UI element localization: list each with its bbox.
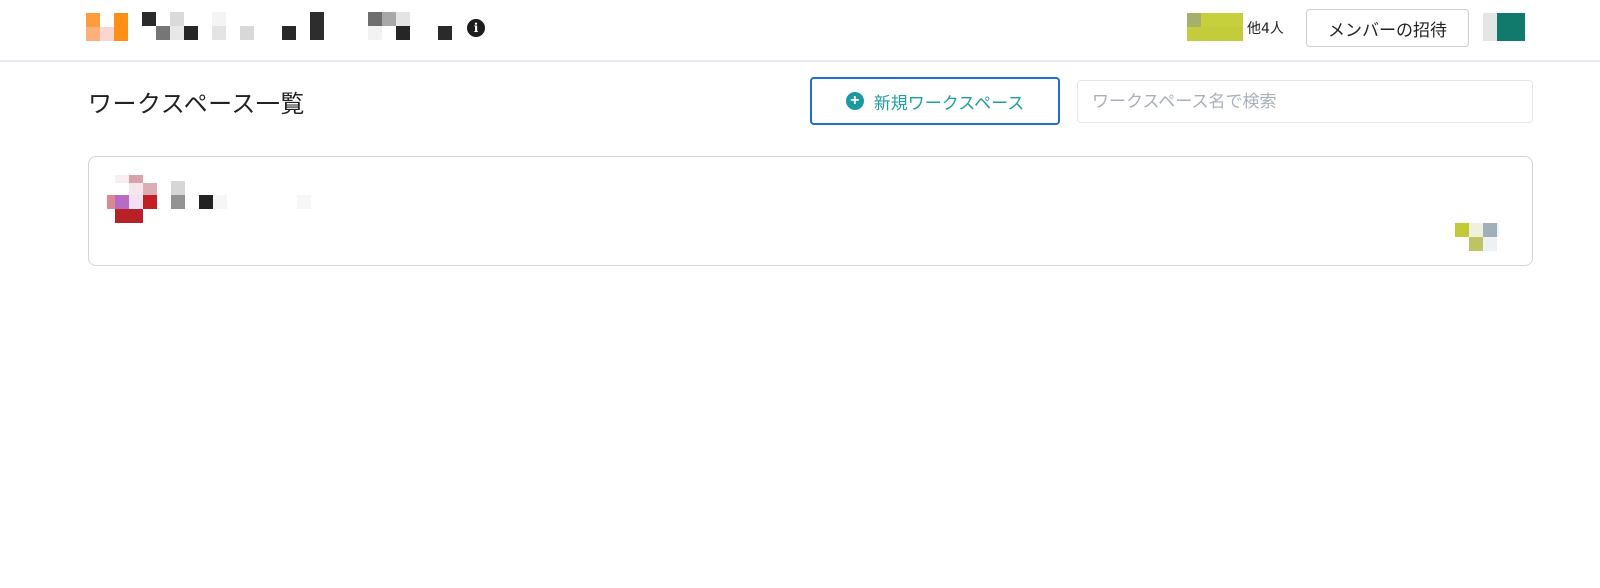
workspace-search-input[interactable] xyxy=(1077,80,1533,123)
top-header: i 他4人 メンバーの招待 xyxy=(0,0,1600,62)
workspace-card[interactable] xyxy=(88,156,1533,266)
organization-name xyxy=(142,12,452,42)
member-avatars[interactable] xyxy=(1187,13,1243,41)
plus-circle-icon: + xyxy=(845,92,864,110)
user-avatar-icon[interactable] xyxy=(1483,13,1525,41)
invite-members-button[interactable]: メンバーの招待 xyxy=(1306,9,1469,47)
workspace-icon xyxy=(107,175,159,223)
info-icon-glyph: i xyxy=(473,21,479,35)
new-workspace-button[interactable]: + 新規ワークスペース xyxy=(810,77,1060,125)
workspace-members-icon xyxy=(1455,223,1499,251)
new-workspace-label: 新規ワークスペース xyxy=(873,93,1025,113)
page-title: ワークスペース一覧 xyxy=(88,90,305,118)
workspace-name xyxy=(171,181,321,211)
organization-logo-icon[interactable] xyxy=(86,13,128,41)
info-icon[interactable]: i xyxy=(467,19,485,37)
other-members-count[interactable]: 他4人 xyxy=(1247,18,1284,38)
